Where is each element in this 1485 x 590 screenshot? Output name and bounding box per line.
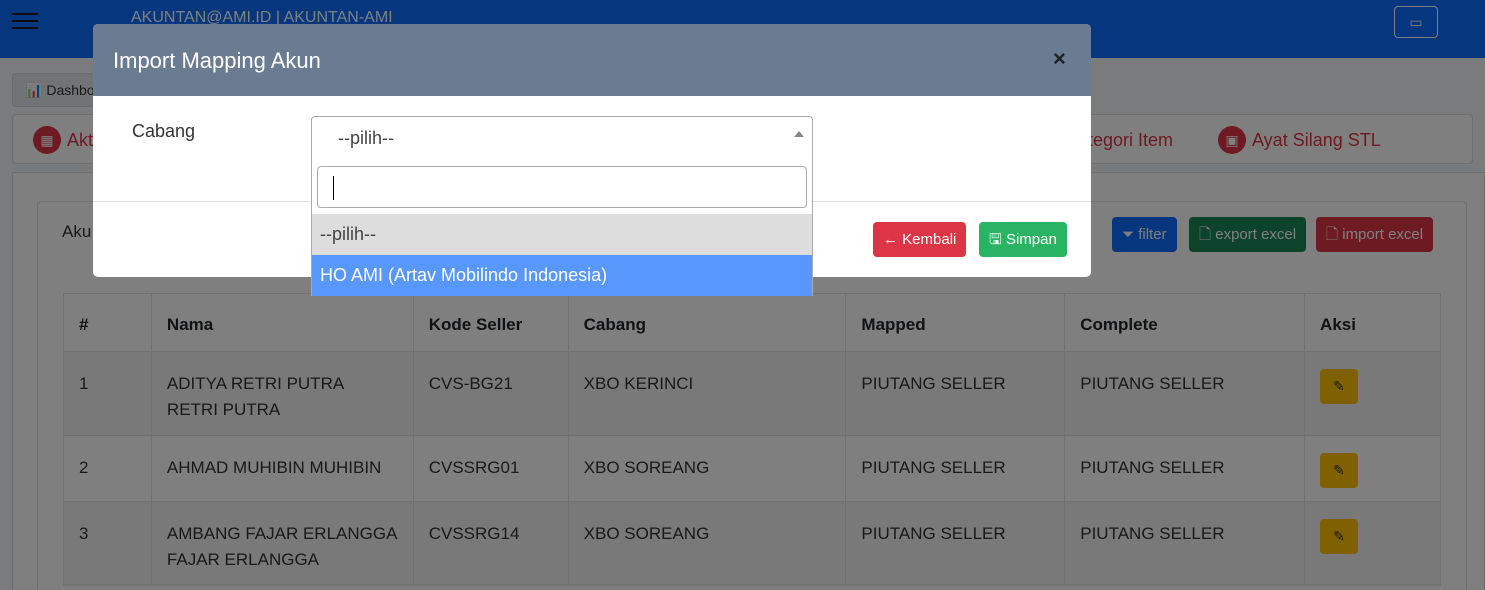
arrow-left-icon: ← [883, 231, 898, 248]
chevron-up-icon [794, 131, 804, 137]
save-icon: 🖫 [989, 231, 1002, 248]
kembali-button[interactable]: ← Kembali [873, 222, 967, 257]
dropdown-option-highlighted[interactable]: HO AMI (Artav Mobilindo Indonesia) [312, 255, 812, 296]
dropdown-search-input[interactable] [317, 166, 807, 208]
simpan-button[interactable]: 🖫 Simpan [979, 222, 1067, 257]
cabang-select[interactable]: --pilih-- [311, 116, 813, 161]
cabang-label: Cabang [132, 121, 196, 141]
close-icon[interactable]: × [1053, 48, 1066, 70]
select-value: --pilih-- [338, 128, 394, 148]
cabang-dropdown: --pilih-- HO AMI (Artav Mobilindo Indone… [311, 160, 813, 296]
modal-header: Import Mapping Akun × [93, 24, 1091, 96]
dropdown-option[interactable]: --pilih-- [312, 214, 812, 255]
modal-title: Import Mapping Akun [113, 48, 321, 73]
text-caret [333, 176, 334, 200]
